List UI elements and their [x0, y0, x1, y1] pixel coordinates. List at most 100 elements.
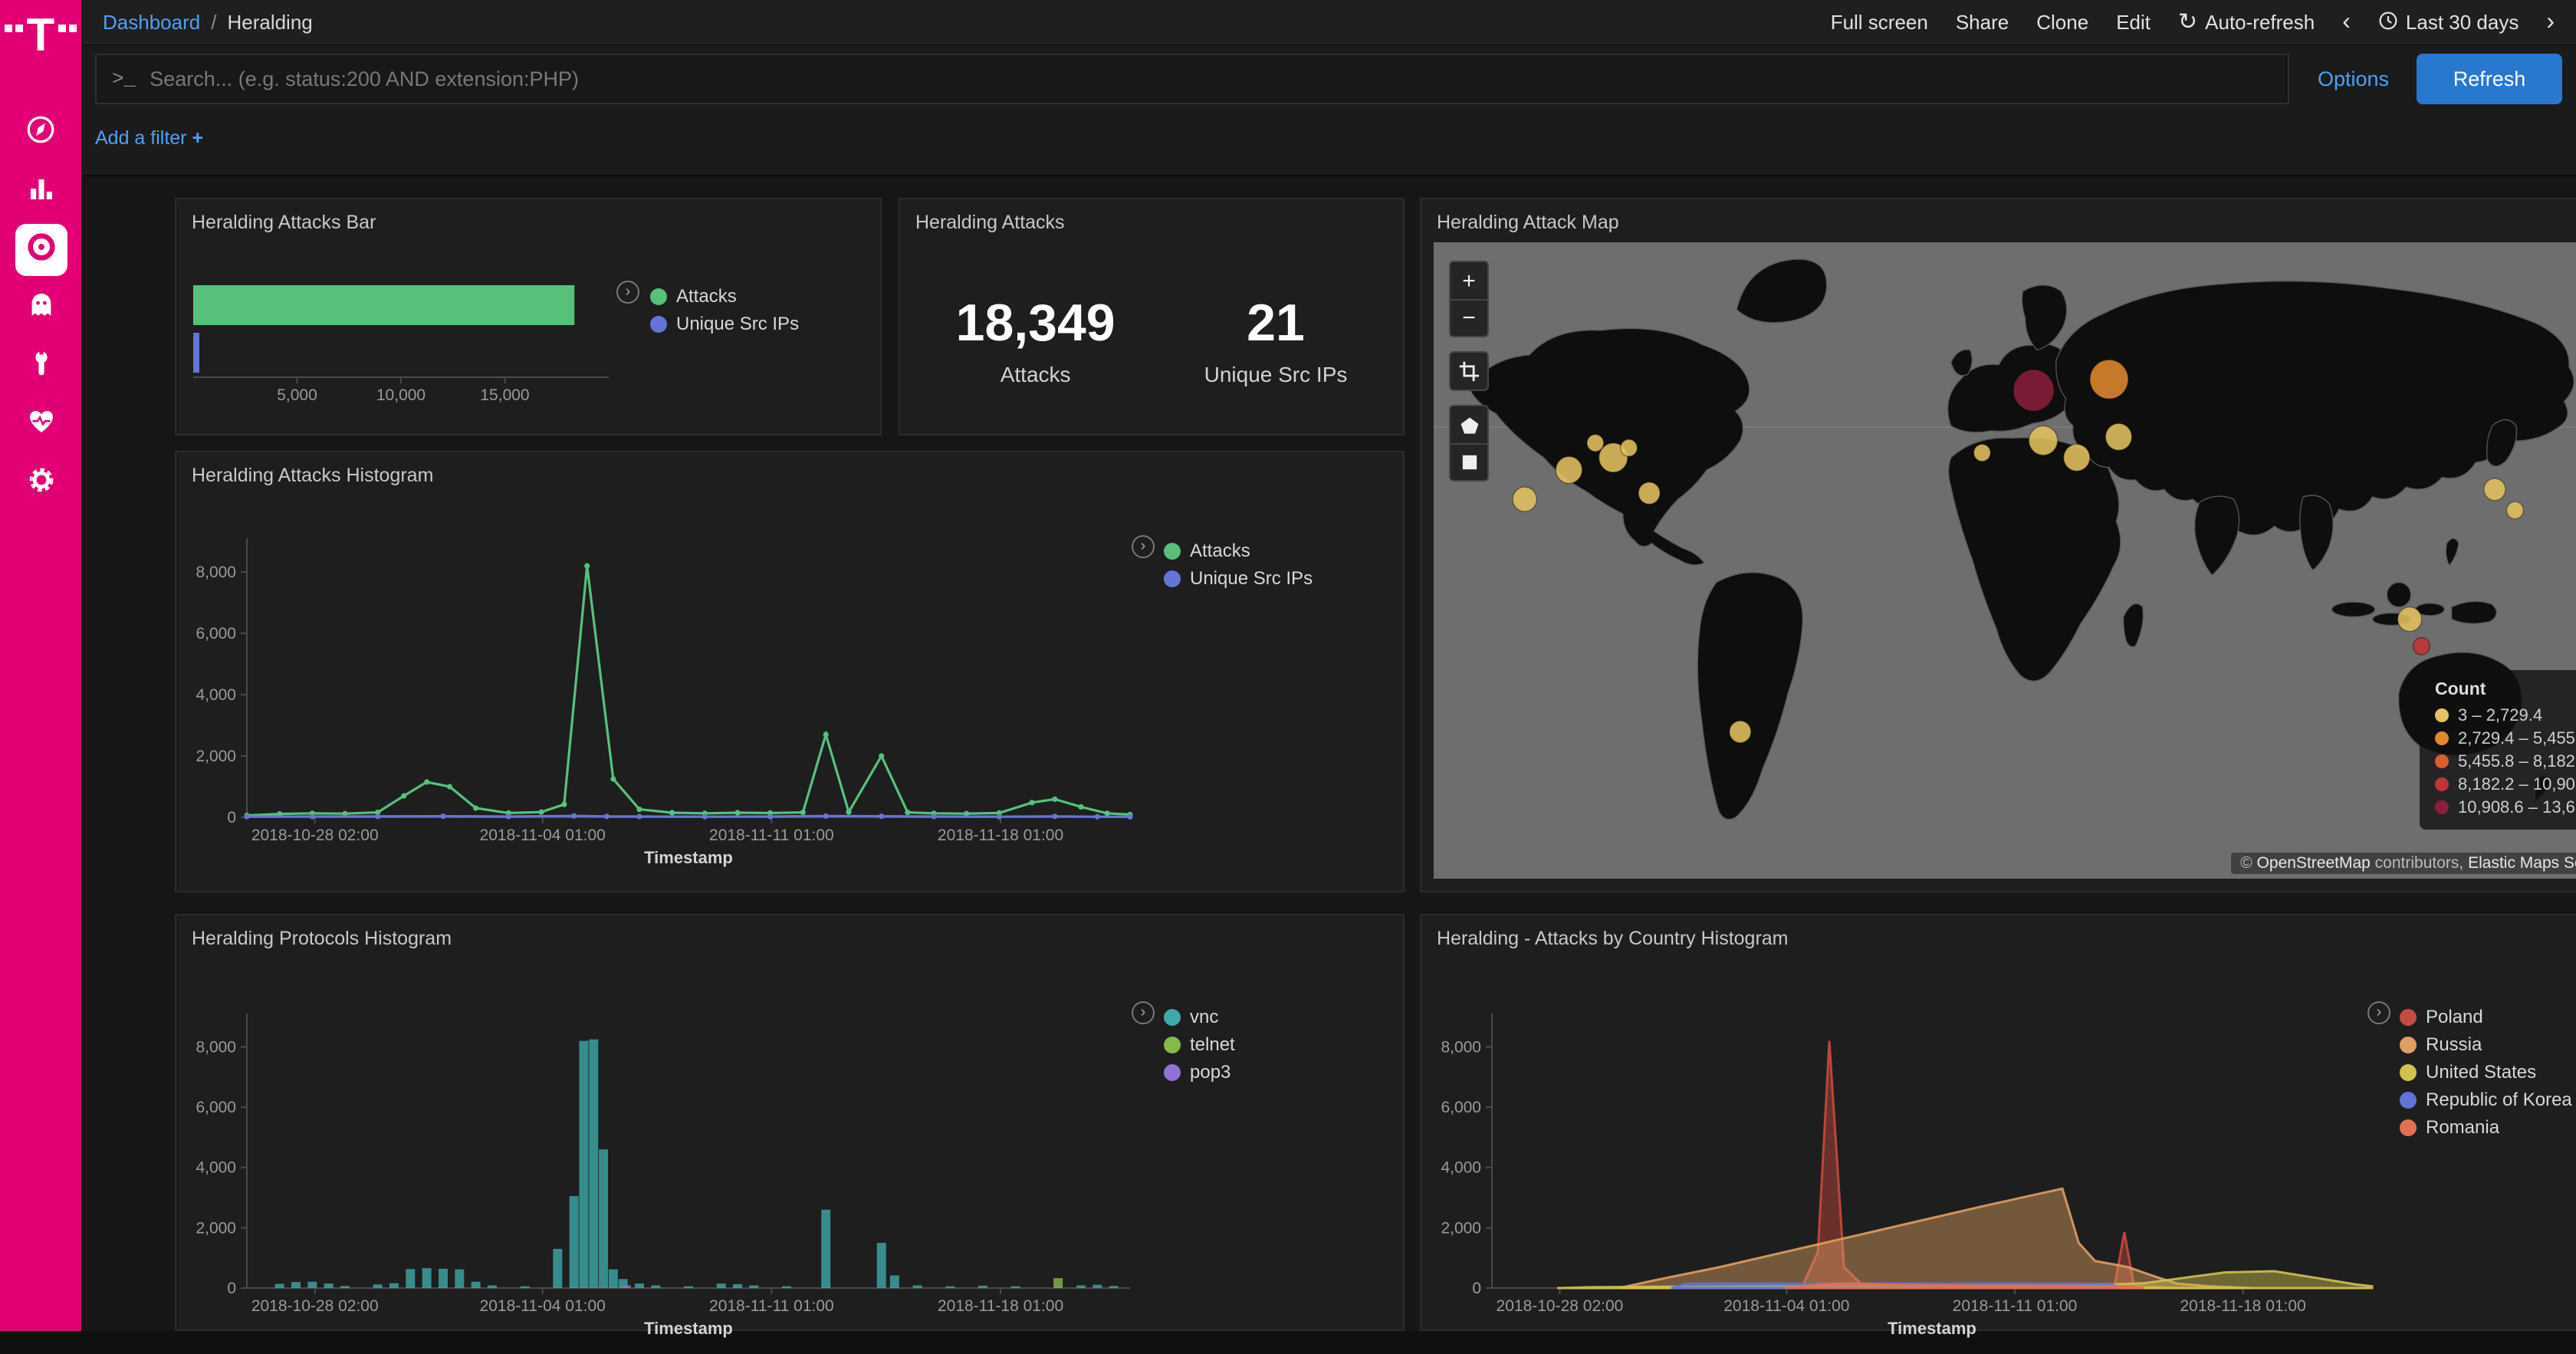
- add-filter-link[interactable]: Add a filter +: [95, 127, 203, 149]
- svg-text:0: 0: [1472, 1280, 1481, 1297]
- sidebar-item-settings[interactable]: [0, 454, 81, 512]
- edit-button[interactable]: Edit: [2116, 11, 2150, 34]
- attack-location-marker[interactable]: [1730, 721, 1751, 743]
- elastic-maps-link[interactable]: Elastic Maps Service: [2468, 854, 2576, 873]
- legend-toggle-icon[interactable]: ›: [1132, 1001, 1155, 1024]
- wrench-icon: [25, 347, 56, 386]
- draw-polygon-button[interactable]: [1451, 406, 1487, 443]
- legend-label: pop3: [1190, 1061, 1230, 1083]
- legend-item[interactable]: Attacks: [650, 282, 799, 310]
- sidebar-item-tools[interactable]: [0, 337, 81, 396]
- legend-item[interactable]: Republic of Korea: [2400, 1086, 2572, 1113]
- attack-location-marker[interactable]: [1587, 435, 1604, 452]
- share-button[interactable]: Share: [1956, 11, 2009, 34]
- attack-location-marker[interactable]: [2090, 360, 2128, 399]
- legend-toggle-icon[interactable]: ›: [1132, 535, 1155, 558]
- legend-item[interactable]: Unique Src IPs: [650, 310, 799, 337]
- attack-location-marker[interactable]: [2507, 501, 2524, 518]
- svg-text:2018-11-11 01:00: 2018-11-11 01:00: [1953, 1297, 2078, 1315]
- attack-location-marker[interactable]: [2064, 444, 2090, 471]
- sidebar-item-security[interactable]: [0, 279, 81, 337]
- sidebar-item-visualize[interactable]: [0, 163, 81, 221]
- attack-location-marker[interactable]: [1621, 439, 1638, 456]
- telekom-logo[interactable]: T: [0, 0, 81, 86]
- time-forward-button[interactable]: ›: [2546, 10, 2555, 35]
- attack-location-marker[interactable]: [1638, 482, 1660, 504]
- attack-map[interactable]: + −: [1434, 242, 2576, 879]
- chart-legend: vnc telnet pop3: [1164, 1003, 1235, 1086]
- attack-location-marker[interactable]: [1513, 487, 1536, 511]
- metric-attacks: 18,349 Attacks: [956, 294, 1116, 386]
- svg-text:Timestamp: Timestamp: [644, 1319, 733, 1338]
- bar-chart-icon: [25, 173, 56, 211]
- legend-label: Republic of Korea: [2426, 1089, 2572, 1110]
- legend-item[interactable]: Romania: [2400, 1113, 2572, 1141]
- svg-text:2018-10-28 02:00: 2018-10-28 02:00: [251, 827, 379, 844]
- legend-color-dot: [2400, 1119, 2417, 1135]
- search-input[interactable]: [150, 67, 2273, 90]
- svg-text:4,000: 4,000: [196, 686, 236, 704]
- panel-heralding-attacks-bar: Heralding Attacks Bar 5,00010,00015,000 …: [175, 198, 882, 435]
- attack-location-marker[interactable]: [1973, 444, 1990, 461]
- attacks-histogram-chart[interactable]: 02,0004,0006,0008,0002018-10-28 02:00201…: [176, 452, 1406, 894]
- legend-toggle-icon[interactable]: ›: [616, 281, 639, 304]
- legend-item[interactable]: United States: [2400, 1058, 2572, 1086]
- crop-icon: [1458, 360, 1480, 382]
- options-link[interactable]: Options: [2318, 67, 2389, 90]
- legend-label: vnc: [1190, 1006, 1218, 1027]
- legend-item[interactable]: vnc: [1164, 1003, 1235, 1030]
- attack-location-marker[interactable]: [2484, 478, 2505, 501]
- legend-color-dot: [650, 288, 667, 304]
- protocols-histogram-chart[interactable]: 02,0004,0006,0008,0002018-10-28 02:00201…: [176, 915, 1406, 1354]
- attack-location-marker[interactable]: [2397, 607, 2421, 632]
- legend-item[interactable]: Russia: [2400, 1030, 2572, 1058]
- auto-refresh-button[interactable]: ↻ Auto-refresh: [2178, 11, 2315, 34]
- zoom-in-button[interactable]: +: [1451, 262, 1487, 299]
- ghost-icon: [25, 289, 56, 327]
- legend-label: Attacks: [676, 285, 737, 307]
- openstreetmap-link[interactable]: OpenStreetMap: [2257, 854, 2371, 873]
- legend-toggle-icon[interactable]: ›: [2367, 1001, 2390, 1024]
- full-screen-button[interactable]: Full screen: [1831, 11, 1928, 34]
- draw-control-group: [1449, 405, 1489, 481]
- time-range-button[interactable]: Last 30 days: [2378, 10, 2518, 35]
- panel-attacks-by-country-histogram: Heralding - Attacks by Country Histogram…: [1420, 914, 2576, 1331]
- attack-location-marker[interactable]: [2413, 638, 2430, 655]
- attack-location-marker[interactable]: [2029, 426, 2057, 455]
- map-legend-title: Count: [2435, 681, 2576, 699]
- sidebar-item-health[interactable]: [0, 396, 81, 454]
- metric-value: 21: [1204, 294, 1348, 353]
- world-map[interactable]: [1434, 242, 2576, 879]
- legend-item[interactable]: Poland: [2400, 1003, 2572, 1030]
- panel-heralding-attack-map: Heralding Attack Map: [1420, 198, 2576, 892]
- draw-rect-button[interactable]: [1451, 443, 1487, 480]
- logo-letter: T: [27, 18, 55, 55]
- time-range-label: Last 30 days: [2406, 11, 2518, 34]
- attack-location-marker[interactable]: [2013, 370, 2054, 411]
- zoom-out-button[interactable]: −: [1451, 299, 1487, 336]
- svg-text:2,000: 2,000: [196, 1219, 236, 1237]
- legend-color-dot: [650, 315, 667, 332]
- crop-tool-button[interactable]: [1451, 353, 1487, 389]
- attack-location-marker[interactable]: [2105, 423, 2131, 450]
- attack-location-marker[interactable]: [1556, 456, 1582, 483]
- legend-item[interactable]: Unique Src IPs: [1164, 564, 1313, 592]
- svg-text:2018-11-11 01:00: 2018-11-11 01:00: [709, 1297, 834, 1315]
- legend-label: Romania: [2426, 1116, 2499, 1138]
- main-area: Dashboard / Heralding Full screen Share …: [81, 0, 2576, 1331]
- refresh-button[interactable]: Refresh: [2417, 54, 2562, 104]
- legend-item[interactable]: Attacks: [1164, 537, 1313, 564]
- legend-item[interactable]: pop3: [1164, 1058, 1235, 1086]
- clone-button[interactable]: Clone: [2036, 11, 2088, 34]
- svg-text:0: 0: [227, 809, 236, 827]
- time-back-button[interactable]: ‹: [2342, 10, 2351, 35]
- metric-group: 18,349 Attacks 21 Unique Src IPs: [900, 245, 1403, 434]
- sidebar-item-dashboard[interactable]: [0, 221, 81, 279]
- filter-bar: Add a filter +: [81, 127, 2576, 149]
- sidebar-item-discover[interactable]: [0, 104, 81, 163]
- panel-title[interactable]: Heralding Attacks: [900, 199, 1403, 233]
- chart-legend: Attacks Unique Src IPs: [650, 282, 799, 337]
- breadcrumb-dashboard[interactable]: Dashboard: [103, 11, 200, 34]
- panel-title[interactable]: Heralding Attack Map: [1421, 199, 2576, 233]
- legend-item[interactable]: telnet: [1164, 1030, 1235, 1058]
